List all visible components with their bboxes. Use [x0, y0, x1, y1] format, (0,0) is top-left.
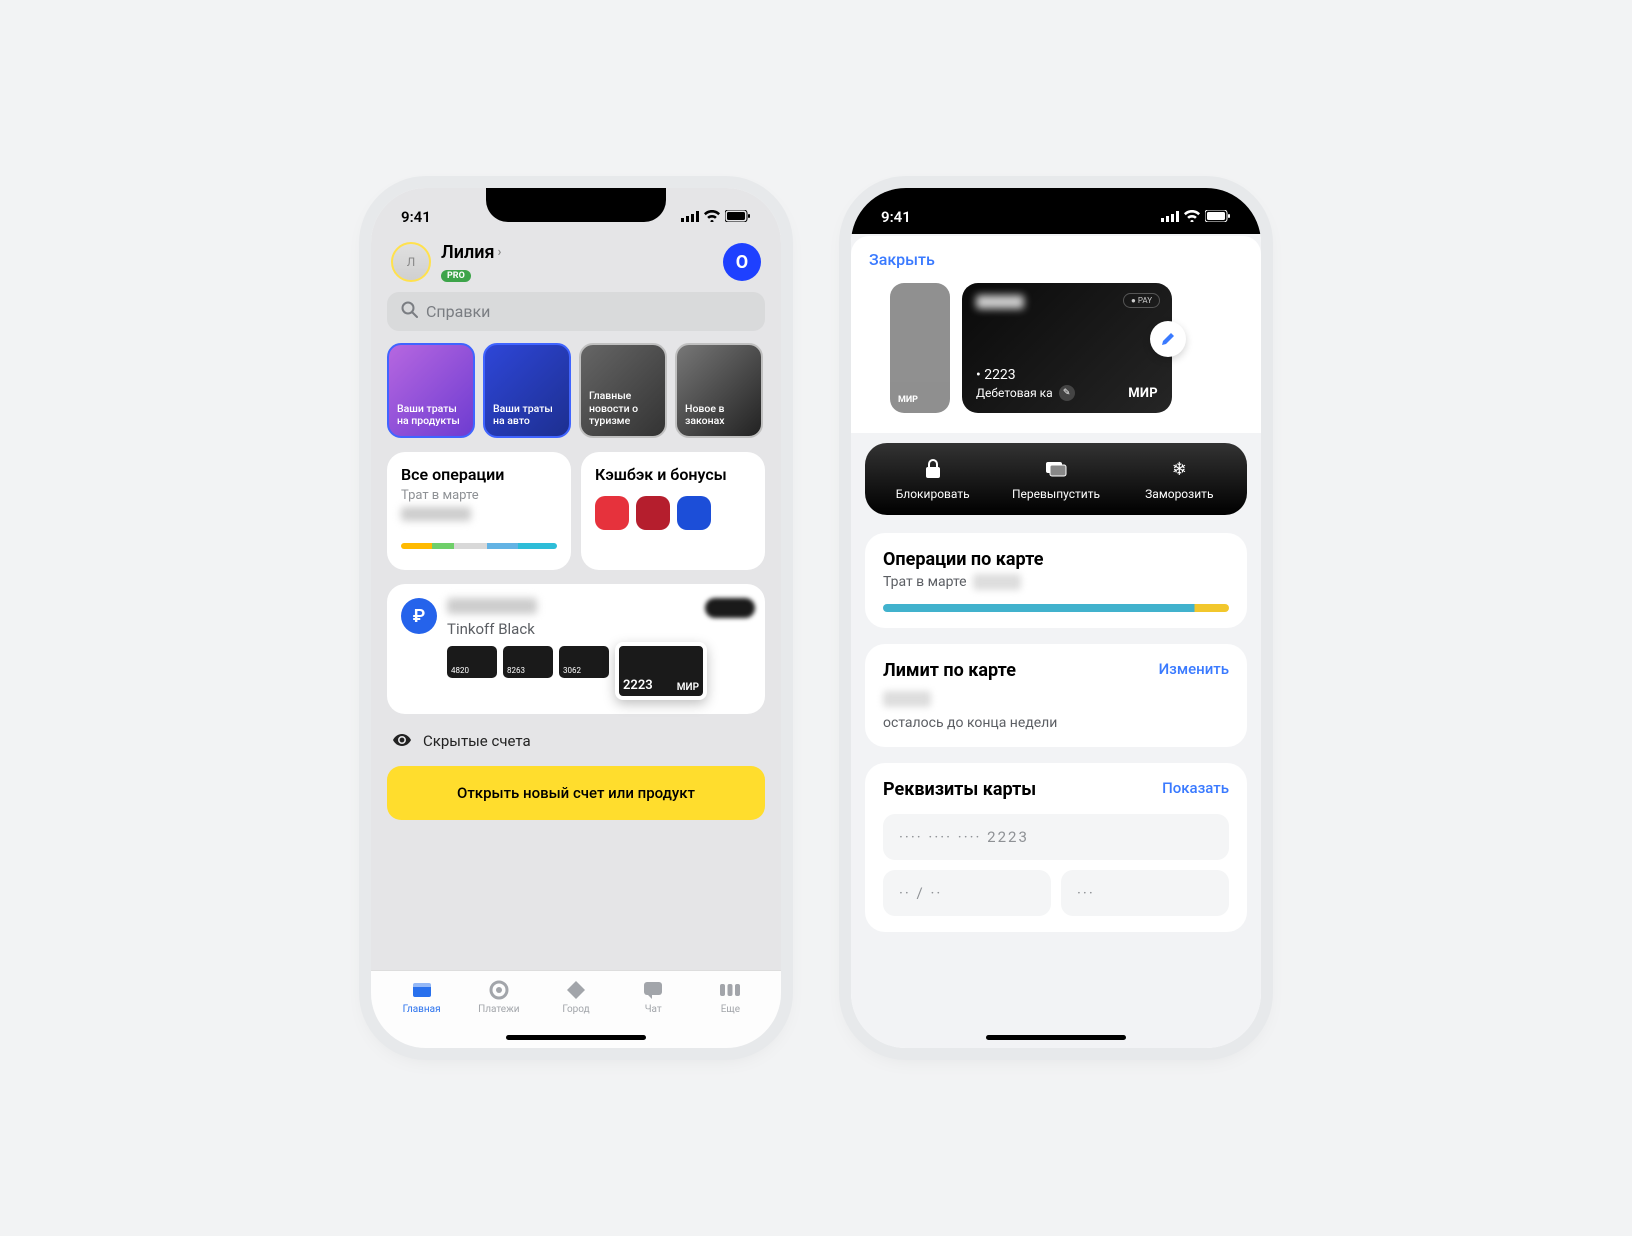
redacted-amount [401, 507, 471, 521]
redacted-limit [883, 691, 931, 707]
story-item[interactable]: Ваши траты на продукты [387, 343, 475, 438]
hidden-accounts-link[interactable]: Скрытые счета [387, 728, 765, 766]
tab-chat[interactable]: Чат [615, 979, 692, 1028]
chevron-right-icon: › [497, 245, 501, 260]
cashback-partner-icon [677, 496, 711, 530]
mini-card[interactable]: 8263 [503, 646, 553, 678]
hidden-accounts-label: Скрытые счета [423, 732, 531, 750]
operations-section[interactable]: Операции по карте Трат в марте [865, 533, 1247, 628]
notch [966, 188, 1146, 222]
snowflake-icon: ❄ [1167, 457, 1191, 481]
story-item[interactable]: Ваши траты на авто [483, 343, 571, 438]
mini-card-selected[interactable]: 2223 МИР [615, 642, 707, 700]
city-tab-icon [564, 979, 588, 1001]
card-actions: Блокировать Перевыпустить ❄ Заморозить [865, 443, 1247, 515]
search-input[interactable]: Справки [387, 292, 765, 331]
close-button[interactable]: Закрыть [869, 250, 1243, 269]
mir-label: МИР [677, 682, 699, 693]
stories-row: Ваши траты на продукты Ваши траты на авт… [387, 343, 765, 438]
redacted-pill [705, 598, 755, 618]
pay-badge: ● PAY [1123, 293, 1160, 308]
battery-icon [1205, 208, 1231, 226]
more-tab-icon [718, 979, 742, 1001]
widget-title: Кэшбэк и бонусы [595, 466, 751, 484]
redacted-balance [447, 598, 537, 614]
avatar[interactable]: Л [391, 242, 431, 282]
widget-title: Все операции [401, 466, 557, 484]
widget-subtitle: Трат в марте [401, 488, 557, 503]
card-last4: • 2223 [976, 367, 1158, 383]
mini-card[interactable]: 4820 [447, 646, 497, 678]
wifi-icon [704, 208, 720, 226]
mir-label: МИР [898, 395, 918, 405]
card-number-field[interactable]: ···· ···· ···· 2223 [883, 814, 1229, 860]
home-indicator [506, 1035, 646, 1040]
home-indicator [986, 1035, 1126, 1040]
prev-card[interactable]: МИР [890, 283, 950, 413]
signal-icon [1161, 208, 1179, 226]
cashback-partner-icon [595, 496, 629, 530]
payments-tab-icon [487, 979, 511, 1001]
freeze-button[interactable]: ❄ Заморозить [1118, 457, 1241, 501]
account-card[interactable]: ₽ Tinkoff Black 4820 8263 3062 2223 [387, 584, 765, 714]
ruble-icon: ₽ [401, 598, 437, 634]
edit-indicator-icon: ✎ [1059, 385, 1075, 401]
card-type: Дебетовая ка [976, 386, 1053, 400]
eye-icon [393, 732, 411, 750]
mini-card[interactable]: 3062 [559, 646, 609, 678]
wifi-icon [1184, 208, 1200, 226]
signal-icon [681, 208, 699, 226]
tab-more[interactable]: Еще [692, 979, 769, 1028]
edit-card-button[interactable] [1150, 321, 1186, 357]
logo-bubble[interactable]: O [723, 243, 761, 281]
limit-section: Лимит по карте Изменить осталось до конц… [865, 644, 1247, 747]
section-title: Реквизиты карты [883, 779, 1036, 800]
home-tab-icon [410, 979, 434, 1001]
pro-badge: PRO [441, 270, 471, 282]
status-time: 9:41 [401, 208, 431, 226]
requisites-section: Реквизиты карты Показать ···· ···· ···· … [865, 763, 1247, 932]
user-name[interactable]: Лилия › [441, 242, 713, 263]
card-visual[interactable]: ● PAY • 2223 Дебетовая ка ✎ МИР [962, 283, 1172, 413]
section-title: Лимит по карте [883, 660, 1016, 681]
card-cvv-field[interactable]: ··· [1061, 870, 1229, 916]
status-time: 9:41 [881, 208, 911, 226]
operations-widget[interactable]: Все операции Трат в марте [387, 452, 571, 570]
tab-city[interactable]: Город [537, 979, 614, 1028]
mir-label: МИР [1128, 386, 1158, 401]
spending-bar [401, 543, 557, 549]
redacted-amount [973, 574, 1021, 590]
account-name: Tinkoff Black [447, 620, 695, 638]
section-subtitle: Трат в марте [883, 574, 967, 590]
card-expiry-field[interactable]: ·· / ·· [883, 870, 1051, 916]
block-button[interactable]: Блокировать [871, 457, 994, 501]
reissue-icon [1044, 457, 1068, 481]
story-item[interactable]: Главные новости о туризме [579, 343, 667, 438]
redacted-card-name [976, 295, 1024, 309]
show-requisites-link[interactable]: Показать [1162, 779, 1229, 797]
tab-home[interactable]: Главная [383, 979, 460, 1028]
reissue-button[interactable]: Перевыпустить [994, 457, 1117, 501]
lock-icon [921, 457, 945, 481]
section-title: Операции по карте [883, 549, 1229, 570]
open-product-button[interactable]: Открыть новый счет или продукт [387, 766, 765, 820]
operations-bar [883, 604, 1229, 612]
search-icon [401, 301, 418, 322]
cashback-widget[interactable]: Кэшбэк и бонусы [581, 452, 765, 570]
cashback-partner-icon [636, 496, 670, 530]
change-limit-link[interactable]: Изменить [1159, 660, 1229, 678]
chat-tab-icon [641, 979, 665, 1001]
avatar-letter: Л [407, 255, 416, 269]
battery-icon [725, 208, 751, 226]
tab-payments[interactable]: Платежи [460, 979, 537, 1028]
notch [486, 188, 666, 222]
limit-remaining: осталось до конца недели [883, 715, 1057, 731]
search-placeholder: Справки [426, 302, 490, 321]
story-item[interactable]: Новое в законах [675, 343, 763, 438]
